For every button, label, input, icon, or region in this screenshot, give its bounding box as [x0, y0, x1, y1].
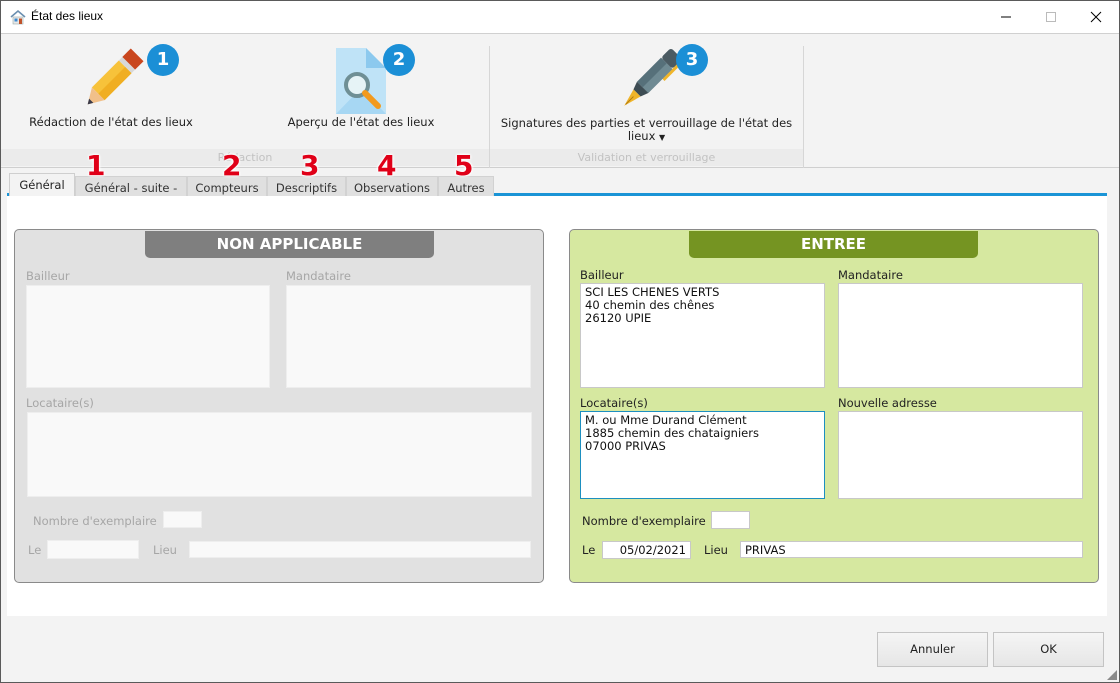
tab-marker-5: 5: [454, 149, 474, 182]
redaction-button-label: Rédaction de l'état des lieux: [29, 115, 193, 129]
signatures-button[interactable]: 3 Signatures des parties et verrouillage…: [494, 44, 799, 146]
tab-marker-2: 2: [222, 149, 242, 182]
ribbon-group-validation: 3 Signatures des parties et verrouillage…: [489, 44, 804, 168]
bailleur-field[interactable]: [26, 285, 270, 388]
lieu-label: Lieu: [153, 543, 177, 557]
bailleur-label: Bailleur: [580, 268, 624, 282]
ribbon-group-label-redaction: Rédaction: [1, 149, 489, 166]
bailleur-label: Bailleur: [26, 269, 70, 283]
nombre-exemplaire-label: Nombre d'exemplaire: [582, 514, 706, 528]
ribbon-group-label-validation: Validation et verrouillage: [490, 149, 803, 166]
pencil-icon: [87, 48, 144, 105]
tab-marker-4: 4: [377, 149, 397, 182]
lieu-field[interactable]: PRIVAS: [740, 541, 1083, 558]
panel-non-applicable: NON APPLICABLE Bailleur Mandataire Locat…: [14, 229, 544, 583]
resize-grip-icon[interactable]: [1107, 670, 1117, 680]
step-badge-2: 2: [383, 44, 415, 76]
close-icon: [1090, 11, 1102, 23]
step-badge-3: 3: [676, 44, 708, 76]
dropdown-arrow-icon: ▼: [659, 133, 666, 142]
signatures-label-line1: Signatures des parties et verrouillage d…: [500, 116, 793, 130]
panel-header-non-applicable: NON APPLICABLE: [145, 231, 434, 258]
mandataire-field[interactable]: [838, 283, 1083, 388]
lieu-label: Lieu: [704, 543, 728, 557]
ok-button[interactable]: OK: [993, 632, 1104, 667]
locataires-label: Locataire(s): [580, 396, 648, 410]
nombre-exemplaire-field[interactable]: [163, 511, 202, 528]
title-bar: État des lieux: [1, 1, 1119, 33]
close-button[interactable]: [1073, 1, 1119, 33]
locataires-field[interactable]: [27, 412, 532, 497]
bailleur-field[interactable]: SCI LES CHENES VERTS 40 chemin des chêne…: [580, 283, 825, 388]
nombre-exemplaire-label: Nombre d'exemplaire: [33, 514, 157, 528]
locataires-field[interactable]: M. ou Mme Durand Clément 1885 chemin des…: [580, 411, 825, 499]
nouvelle-adresse-field[interactable]: [838, 411, 1083, 499]
window-title: État des lieux: [31, 9, 104, 23]
signatures-label-line2: lieux: [627, 129, 656, 143]
panel-entree: ENTREE Bailleur SCI LES CHENES VERTS 40 …: [569, 229, 1099, 583]
cancel-button[interactable]: Annuler: [877, 632, 988, 667]
fountain-pen-icon: [624, 49, 682, 106]
maximize-icon: [1046, 12, 1056, 22]
mandataire-label: Mandataire: [838, 268, 903, 282]
tab-strip: Général Général - suite - Compteurs Desc…: [7, 173, 1107, 196]
minimize-button[interactable]: [983, 1, 1029, 33]
mandataire-label: Mandataire: [286, 269, 351, 283]
step-badge-1: 1: [147, 44, 179, 76]
nombre-exemplaire-field[interactable]: [711, 511, 750, 529]
tab-marker-1: 1: [86, 149, 106, 182]
le-date-field[interactable]: [47, 540, 139, 559]
locataires-label: Locataire(s): [26, 396, 94, 410]
redaction-button[interactable]: 1 Rédaction de l'état des lieux: [21, 44, 201, 146]
le-date-field[interactable]: 05/02/2021: [602, 541, 691, 559]
apercu-button[interactable]: 2 Aperçu de l'état des lieux: [271, 44, 451, 146]
signatures-button-label: Signatures des parties et verrouillage d…: [494, 117, 799, 144]
apercu-button-label: Aperçu de l'état des lieux: [287, 115, 435, 129]
house-icon: [10, 9, 26, 25]
nouvelle-adresse-label: Nouvelle adresse: [838, 396, 937, 410]
le-label: Le: [582, 543, 596, 557]
maximize-button[interactable]: [1028, 1, 1074, 33]
lieu-field[interactable]: [189, 541, 531, 558]
tab-marker-3: 3: [300, 149, 320, 182]
minimize-icon: [1001, 16, 1011, 18]
tab-general[interactable]: Général: [9, 173, 75, 196]
document-preview-icon: [336, 48, 386, 114]
panel-header-entree: ENTREE: [689, 231, 978, 258]
ribbon-group-redaction: 1 Rédaction de l'état des lieux 2 Aperçu…: [1, 44, 489, 168]
window: État des lieux 1 Rédaction de l'état des…: [0, 0, 1120, 683]
mandataire-field[interactable]: [286, 285, 531, 388]
le-label: Le: [28, 543, 42, 557]
ribbon: 1 Rédaction de l'état des lieux 2 Aperçu…: [1, 33, 1119, 168]
